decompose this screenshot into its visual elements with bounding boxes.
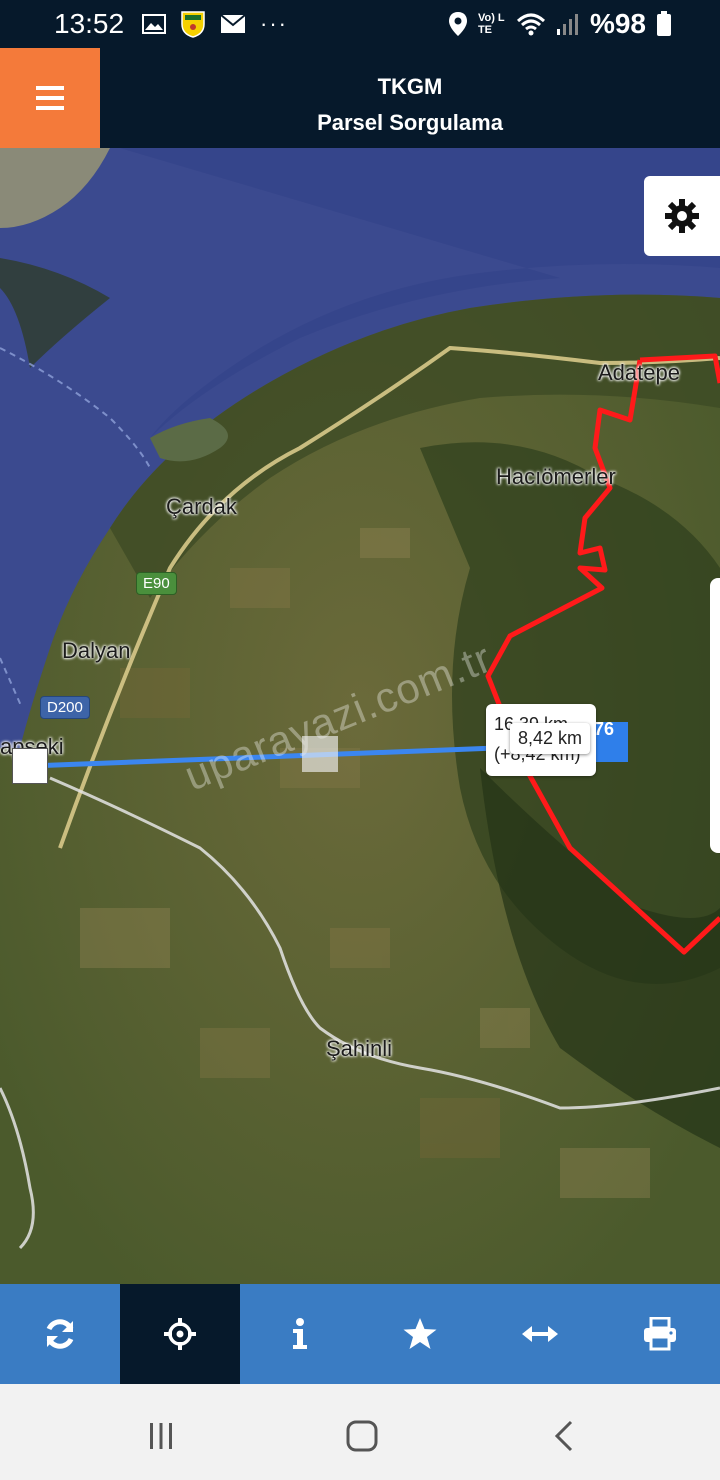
crosshair-icon bbox=[164, 1318, 196, 1350]
print-button[interactable] bbox=[600, 1284, 720, 1384]
menu-button[interactable] bbox=[0, 48, 100, 148]
app-title: TKGM bbox=[377, 74, 443, 99]
info-button[interactable] bbox=[240, 1284, 360, 1384]
measure-icon bbox=[522, 1326, 558, 1342]
back-button[interactable] bbox=[544, 1416, 584, 1456]
place-label-sahinli: Şahinli bbox=[326, 1036, 393, 1061]
satellite-map[interactable]: uparayazi.com.tr Adatepe Hacıömerler Çar… bbox=[0, 148, 720, 1284]
info-icon bbox=[293, 1318, 307, 1349]
more-notifications: ··· bbox=[260, 11, 288, 36]
signal-icon bbox=[556, 14, 578, 35]
location-icon bbox=[448, 12, 467, 36]
hamburger-icon bbox=[36, 86, 64, 110]
place-label-cardak: Çardak bbox=[166, 494, 237, 519]
app-header: TKGM Parsel Sorgulama bbox=[0, 48, 720, 148]
home-button[interactable] bbox=[342, 1416, 382, 1456]
measure-end-label: 76 bbox=[594, 719, 615, 739]
locate-button[interactable] bbox=[120, 1284, 240, 1384]
side-panel-handle[interactable] bbox=[710, 578, 720, 853]
road-badge-d200: D200 bbox=[40, 696, 90, 719]
recents-button[interactable] bbox=[141, 1416, 181, 1456]
measure-start-point[interactable] bbox=[12, 748, 48, 784]
gallery-icon bbox=[142, 14, 166, 34]
gear-icon bbox=[665, 199, 699, 233]
bottom-toolbar bbox=[0, 1284, 720, 1384]
back-icon bbox=[554, 1420, 573, 1452]
refresh-icon bbox=[46, 1319, 74, 1349]
system-nav-bar bbox=[0, 1384, 720, 1480]
battery-percent: %98 bbox=[589, 8, 646, 39]
measure-button[interactable] bbox=[480, 1284, 600, 1384]
measure-mid-handle[interactable] bbox=[302, 736, 338, 772]
favorites-button[interactable] bbox=[360, 1284, 480, 1384]
settings-button[interactable] bbox=[644, 176, 720, 256]
app-subtitle: Parsel Sorgulama bbox=[317, 110, 503, 135]
wifi-icon bbox=[516, 13, 545, 36]
refresh-button[interactable] bbox=[0, 1284, 120, 1384]
home-icon bbox=[346, 1420, 378, 1452]
status-time: 13:52 bbox=[54, 8, 125, 39]
status-notification-icons: ··· bbox=[142, 10, 288, 38]
measure-segment-tooltip: 8,42 km bbox=[510, 723, 591, 754]
road-badge-e90: E90 bbox=[136, 572, 177, 595]
place-label-dalyan: Dalyan bbox=[62, 638, 131, 663]
mail-icon bbox=[220, 14, 246, 33]
status-system-icons: Vo) LTE %98 bbox=[448, 8, 672, 40]
print-icon bbox=[644, 1317, 676, 1351]
app-badge-icon bbox=[181, 11, 205, 38]
status-bar: 13:52 ··· Vo) LTE %98 bbox=[0, 0, 720, 48]
recents-icon bbox=[150, 1423, 172, 1449]
star-icon bbox=[403, 1318, 437, 1349]
battery-icon bbox=[657, 11, 671, 36]
network-type: Vo) LTE bbox=[477, 12, 505, 36]
place-label-adatepe: Adatepe bbox=[598, 360, 680, 385]
place-label-haciomerler: Hacıömerler bbox=[496, 464, 616, 489]
